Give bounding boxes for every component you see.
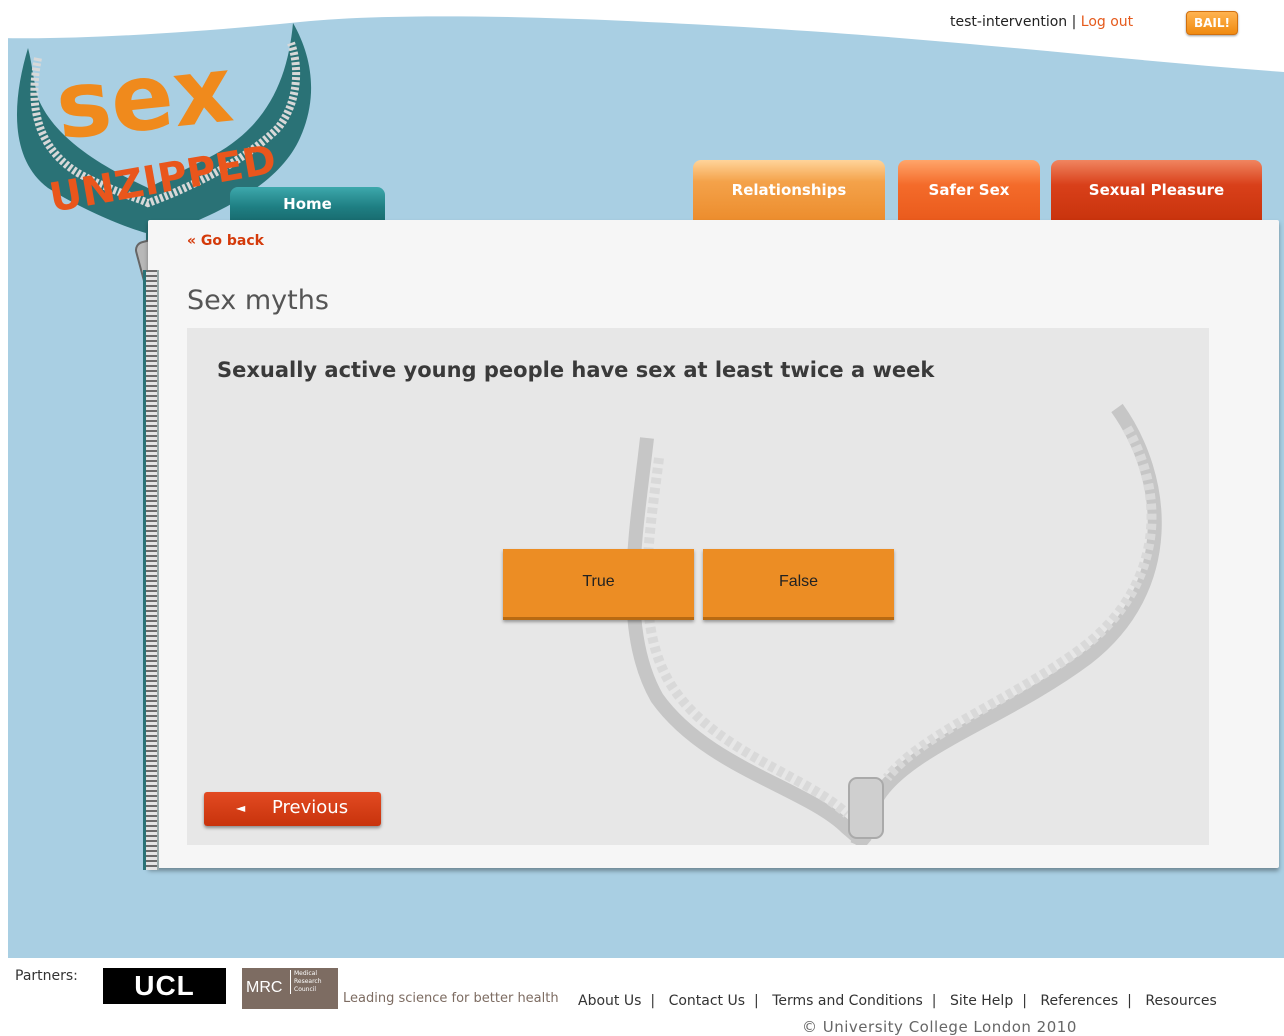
logo-text-sex: sex [51, 36, 238, 161]
footer-link-about-us[interactable]: About Us [578, 993, 641, 1009]
partners-label: Partners: [15, 968, 78, 984]
mrc-logo-text: MRC [246, 979, 283, 996]
true-button[interactable]: True [503, 549, 694, 620]
footer-link-contact-us[interactable]: Contact Us [669, 993, 745, 1009]
tab-safer-sex[interactable]: Safer Sex [898, 160, 1040, 222]
user-bar-separator: | [1071, 14, 1077, 30]
footer-link-references[interactable]: References [1040, 993, 1118, 1009]
username: test-intervention [950, 14, 1068, 30]
arrow-left-icon: ◄ [236, 801, 246, 815]
mrc-logo[interactable]: MRC Medical Research Council [242, 968, 338, 1009]
previous-button[interactable]: ◄ Previous [204, 792, 381, 826]
footer-link-resources[interactable]: Resources [1145, 993, 1217, 1009]
go-back-link[interactable]: « Go back [187, 233, 264, 249]
zipper-background-icon [626, 403, 1162, 845]
footer-link-terms[interactable]: Terms and Conditions [772, 993, 923, 1009]
copyright-text: © University College London 2010 [802, 1018, 1077, 1036]
ucl-logo[interactable]: UCL [103, 968, 226, 1004]
tab-relationships[interactable]: Relationships [693, 160, 885, 222]
quiz-question: Sexually active young people have sex at… [217, 358, 935, 382]
previous-button-label: Previous [272, 797, 349, 818]
footer-nav: About Us | Contact Us | Terms and Conditio… [578, 993, 1217, 1009]
mrc-tagline: Leading science for better health [343, 991, 559, 1006]
logout-link[interactable]: Log out [1081, 14, 1133, 30]
tab-sexual-pleasure[interactable]: Sexual Pleasure [1051, 160, 1262, 222]
footer-link-site-help[interactable]: Site Help [950, 993, 1013, 1009]
tab-home[interactable]: Home [230, 187, 385, 223]
false-button[interactable]: False [703, 549, 894, 620]
page-title: Sex myths [187, 285, 329, 316]
zipper-strip-decoration [143, 270, 159, 870]
mrc-logo-subtext: Medical Research Council [290, 970, 322, 994]
user-bar: test-intervention | Log out [950, 14, 1133, 30]
bail-button[interactable]: BAIL! [1186, 11, 1238, 35]
quiz-box: Sexually active young people have sex at… [187, 328, 1209, 845]
